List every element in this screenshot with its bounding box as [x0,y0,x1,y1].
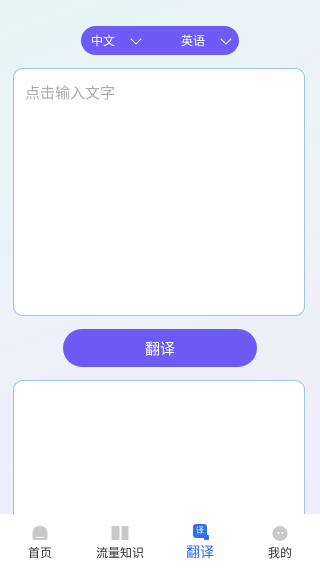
tab-profile-label: 我的 [267,546,292,560]
source-text-box [13,68,305,316]
chevron-down-icon [220,32,232,45]
translate-button-label: 翻译 [144,339,175,358]
tab-home[interactable]: 首页 [0,514,80,568]
book-icon [111,526,129,540]
tab-profile[interactable]: 我的 [240,514,320,568]
tab-traffic-knowledge-label: 流量知识 [95,546,144,560]
chevron-down-icon [130,32,142,45]
tab-translate[interactable]: 译 翻译 [160,514,240,568]
tab-traffic-knowledge[interactable]: 流量知识 [80,514,160,568]
source-language-dropdown[interactable]: 中文 [91,26,142,55]
translate-button[interactable]: 翻译 [63,329,257,367]
home-icon [32,526,48,540]
bottom-tab-bar: 首页 流量知识 译 翻译 我的 [0,514,320,568]
profile-icon [272,526,288,541]
translation-result-text [14,381,304,407]
target-language-dropdown[interactable]: 英语 [181,26,232,55]
tab-home-label: 首页 [27,546,52,560]
language-selector: 中文 英语 [81,26,239,55]
source-language-label: 中文 [91,34,116,48]
source-text-input[interactable] [14,69,304,315]
tab-translate-label: 翻译 [186,545,214,561]
translate-icon: 译 [193,524,209,540]
target-language-label: 英语 [181,34,206,48]
